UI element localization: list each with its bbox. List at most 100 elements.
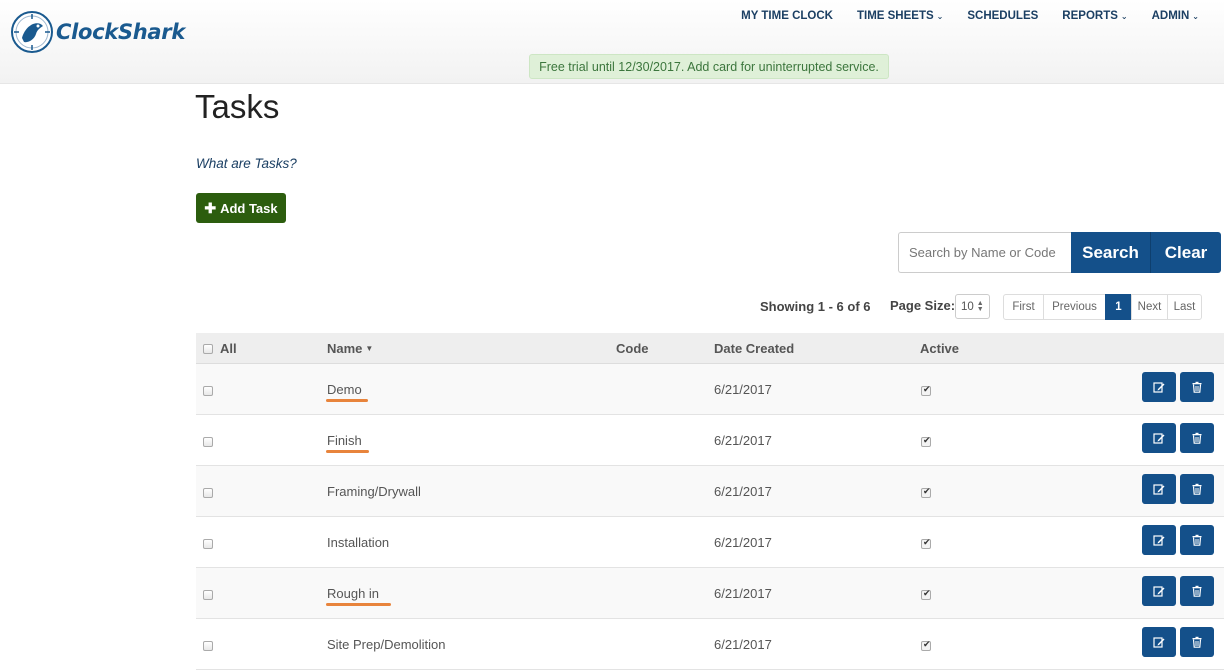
active-checkbox[interactable] <box>921 639 931 651</box>
row-checkbox[interactable] <box>203 590 213 600</box>
add-task-label: Add Task <box>220 200 278 216</box>
what-are-tasks-link[interactable]: What are Tasks? <box>196 156 297 171</box>
page-size-select[interactable]: 10 ▲ ▼ <box>955 294 990 319</box>
nav-admin[interactable]: ADMIN ⌄ <box>1152 10 1199 22</box>
row-select-cell <box>203 639 213 654</box>
nav-label: TIME SHEETS <box>856 10 934 22</box>
search-input[interactable] <box>898 232 1071 273</box>
edit-button[interactable] <box>1142 474 1176 504</box>
active-cell <box>921 435 931 450</box>
task-date-created: 6/21/2017 <box>714 586 772 601</box>
active-checkbox[interactable] <box>921 384 931 396</box>
edit-button[interactable] <box>1142 627 1176 657</box>
chevron-down-icon: ⌄ <box>1192 11 1199 21</box>
page-first-button[interactable]: First <box>1003 294 1044 320</box>
nav-label: SCHEDULES <box>967 10 1039 22</box>
clear-button[interactable]: Clear <box>1151 232 1221 273</box>
code-column-header[interactable]: Code <box>616 341 649 356</box>
page-size-label: Page Size: <box>890 298 956 313</box>
trash-icon <box>1192 432 1202 444</box>
name-column-header[interactable]: Name ▼ <box>327 341 373 356</box>
row-select-cell <box>203 486 213 501</box>
edit-button[interactable] <box>1142 525 1176 555</box>
active-cell <box>921 486 931 501</box>
date-created-column-header[interactable]: Date Created <box>714 341 794 356</box>
sort-down-icon: ▼ <box>365 344 374 353</box>
table-row: Finish 6/21/2017 <box>196 415 1224 466</box>
plus-icon: ✚ <box>204 199 217 216</box>
row-checkbox[interactable] <box>203 488 213 498</box>
edit-icon <box>1153 535 1165 546</box>
tasks-table: All Name ▼ Code Date Created Active Demo… <box>196 333 1224 670</box>
edit-button[interactable] <box>1142 423 1176 453</box>
delete-button[interactable] <box>1180 423 1214 453</box>
delete-button[interactable] <box>1180 474 1214 504</box>
delete-button[interactable] <box>1180 525 1214 555</box>
add-task-button[interactable]: ✚ Add Task <box>196 193 286 223</box>
delete-button[interactable] <box>1180 576 1214 606</box>
trash-icon <box>1192 483 1202 495</box>
row-checkbox[interactable] <box>203 437 213 447</box>
active-checkbox[interactable] <box>921 486 931 498</box>
task-date-created: 6/21/2017 <box>714 433 772 448</box>
nav-my-time-clock[interactable]: MY TIME CLOCK <box>741 10 833 22</box>
clockshark-logo[interactable]: ClockShark <box>10 10 185 54</box>
table-body: Demo 6/21/2017 Finish 6/21/2017 <box>196 364 1224 670</box>
trash-icon <box>1192 381 1202 393</box>
task-date-created: 6/21/2017 <box>714 484 772 499</box>
header-code-label: Code <box>616 341 649 356</box>
header-active-label: Active <box>920 341 960 356</box>
row-checkbox[interactable] <box>203 641 213 651</box>
shark-logo-icon <box>11 11 53 53</box>
active-checkbox[interactable] <box>921 588 931 600</box>
edit-button[interactable] <box>1142 576 1176 606</box>
row-select-cell <box>203 537 213 552</box>
chevron-down-icon: ⌄ <box>936 11 944 21</box>
main-nav: MY TIME CLOCK TIME SHEETS ⌄ SCHEDULES RE… <box>717 10 1199 22</box>
active-column-header[interactable]: Active <box>920 341 959 356</box>
row-select-cell <box>203 588 213 603</box>
edit-icon <box>1153 433 1165 444</box>
page-current-button[interactable]: 1 <box>1105 294 1132 320</box>
edit-button[interactable] <box>1142 372 1176 402</box>
delete-button[interactable] <box>1180 372 1214 402</box>
nav-schedules[interactable]: SCHEDULES <box>967 10 1038 22</box>
select-all-checkbox[interactable] <box>203 343 213 354</box>
table-row: Site Prep/Demolition 6/21/2017 <box>196 619 1224 670</box>
active-checkbox[interactable] <box>921 435 931 447</box>
table-header: All Name ▼ Code Date Created Active <box>196 333 1224 364</box>
page-last-button[interactable]: Last <box>1167 294 1202 320</box>
active-cell <box>921 384 931 399</box>
header-date-label: Date Created <box>714 341 795 356</box>
task-name: Framing/Drywall <box>327 484 421 499</box>
row-checkbox[interactable] <box>203 539 213 549</box>
active-cell <box>921 537 931 552</box>
nav-label: REPORTS <box>1062 10 1118 22</box>
task-name: Finish <box>327 433 362 448</box>
chevron-down-icon: ⌄ <box>1120 11 1128 21</box>
nav-label: ADMIN <box>1151 10 1190 22</box>
updown-arrows-icon: ▲ ▼ <box>976 299 984 313</box>
pagination: First Previous 1 Next Last <box>1003 294 1202 320</box>
delete-button[interactable] <box>1180 627 1214 657</box>
task-name: Rough in <box>327 586 380 601</box>
table-row: Installation 6/21/2017 <box>196 517 1224 568</box>
nav-time-sheets[interactable]: TIME SHEETS ⌄ <box>857 10 943 22</box>
active-checkbox[interactable] <box>921 537 931 549</box>
app-header: ClockShark MY TIME CLOCK TIME SHEETS ⌄ S… <box>0 0 1224 84</box>
trial-notice[interactable]: Free trial until 12/30/2017. Add card fo… <box>529 54 889 79</box>
task-date-created: 6/21/2017 <box>714 637 772 652</box>
trash-icon <box>1192 636 1202 648</box>
row-select-cell <box>203 384 213 399</box>
edit-icon <box>1153 637 1165 648</box>
task-date-created: 6/21/2017 <box>714 382 772 397</box>
active-cell <box>921 588 931 603</box>
header-name-label: Name <box>327 341 363 356</box>
search-button[interactable]: Search <box>1071 232 1151 273</box>
nav-reports[interactable]: REPORTS ⌄ <box>1062 10 1127 22</box>
page-previous-button[interactable]: Previous <box>1043 294 1106 320</box>
row-checkbox[interactable] <box>203 386 213 396</box>
row-select-cell <box>203 435 213 450</box>
page-next-button[interactable]: Next <box>1131 294 1168 320</box>
page-size-value: 10 <box>961 300 974 313</box>
